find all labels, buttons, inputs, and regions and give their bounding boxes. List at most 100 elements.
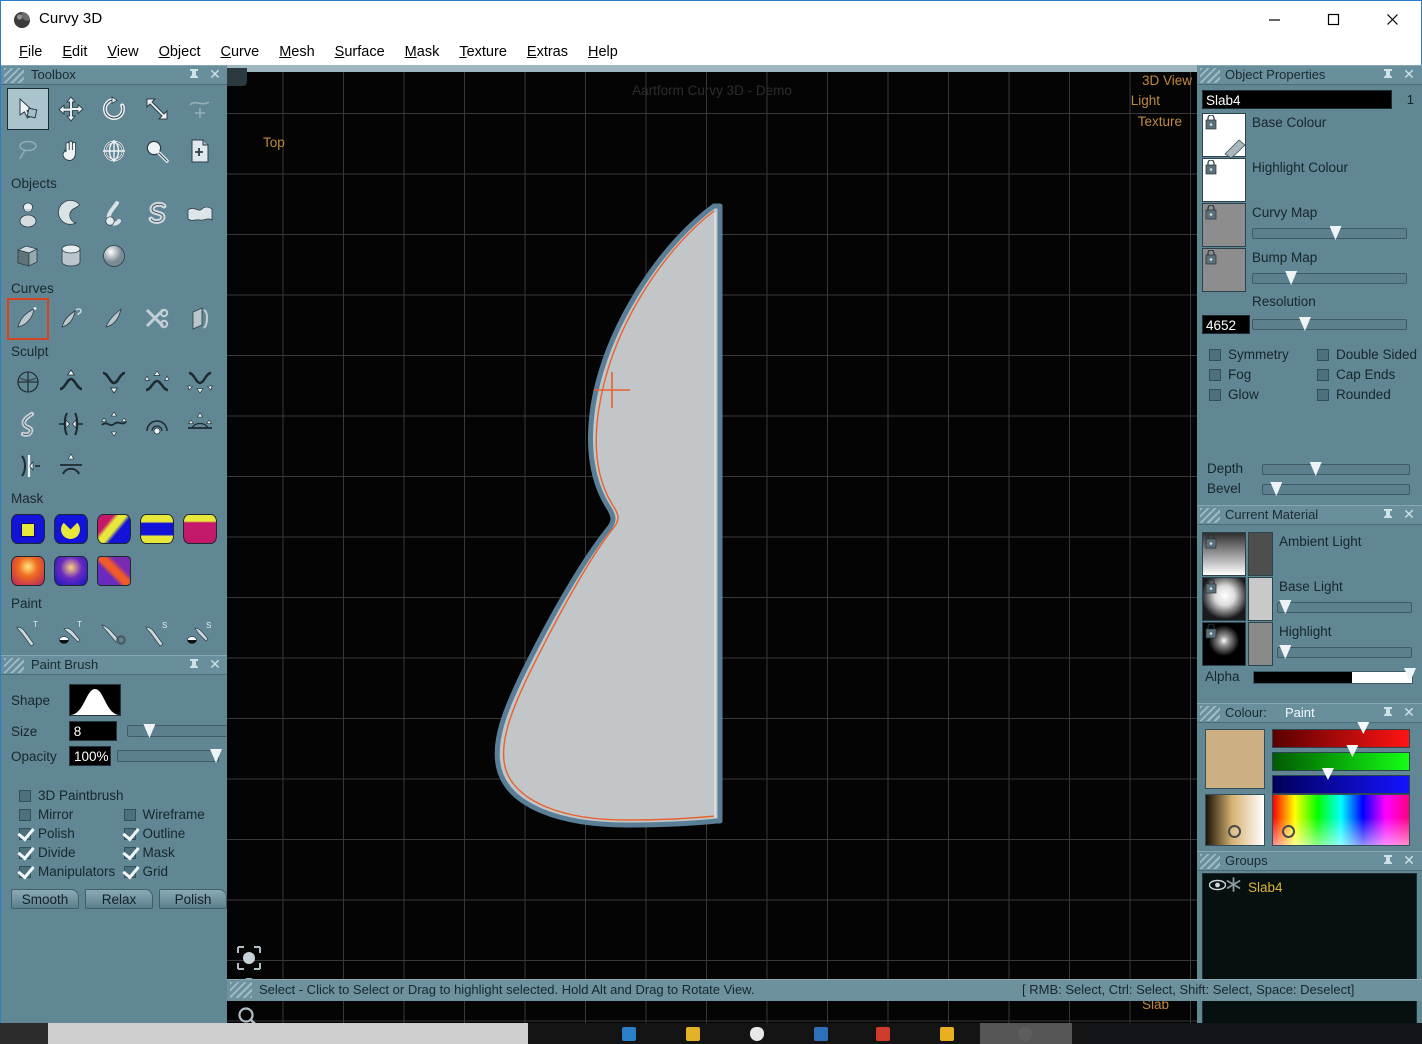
pin-icon[interactable]	[1380, 67, 1396, 83]
taskbar-app-3-icon[interactable]	[750, 1027, 764, 1041]
option-polish[interactable]: Polish	[19, 826, 124, 841]
checkbox-icon[interactable]	[19, 789, 31, 802]
base-light-swatch[interactable]	[1202, 577, 1246, 621]
object-name-input[interactable]: Slab4	[1202, 90, 1392, 109]
pan-tool[interactable]	[50, 130, 92, 172]
checkbox-fog[interactable]: Fog	[1209, 367, 1251, 382]
crescent-object[interactable]	[50, 193, 92, 235]
mask-circle-cut[interactable]	[50, 508, 92, 550]
green-channel-slider[interactable]	[1272, 745, 1410, 771]
slab-shape[interactable]	[227, 65, 1197, 1044]
ambient-light-swatch[interactable]	[1202, 532, 1246, 576]
paint-texture-brush[interactable]: T	[7, 613, 49, 655]
lock-icon[interactable]	[1204, 159, 1219, 176]
viewport-3d[interactable]: Top 3D View Light Texture Aartform Curvy…	[227, 65, 1197, 1044]
close-icon[interactable]: ✕	[1401, 704, 1417, 720]
checkbox-double-sided[interactable]: Double Sided	[1317, 347, 1417, 362]
spiral-object[interactable]	[136, 193, 178, 235]
blue-channel-slider[interactable]	[1272, 768, 1410, 794]
checkbox-icon[interactable]	[1209, 388, 1221, 401]
rotate-tool[interactable]	[93, 88, 135, 130]
pin-icon[interactable]	[1380, 705, 1396, 721]
menu-view[interactable]: View	[97, 41, 148, 63]
sphere-object[interactable]	[93, 235, 135, 277]
pin-icon[interactable]	[186, 67, 202, 83]
red-channel-slider[interactable]	[1272, 722, 1410, 748]
mask-cross[interactable]	[93, 550, 135, 592]
mask-radial-warm[interactable]	[7, 550, 49, 592]
checkbox-icon[interactable]	[123, 808, 136, 821]
checkbox-glow[interactable]: Glow	[1209, 387, 1259, 402]
mask-radial-cool[interactable]	[50, 550, 92, 592]
brush-size-slider[interactable]	[126, 724, 228, 738]
highlight-colour-swatch[interactable]	[1202, 158, 1246, 202]
cylinder-object[interactable]	[50, 235, 92, 277]
option-grid[interactable]: Grid	[123, 864, 229, 879]
groups-list[interactable]: Slab4	[1202, 873, 1417, 1038]
tube-object[interactable]	[93, 193, 135, 235]
checkbox-icon[interactable]	[19, 846, 31, 859]
colour-mode-label[interactable]: Paint	[1285, 705, 1315, 720]
drag-grip-icon[interactable]	[1200, 508, 1220, 523]
ambient-light-colour[interactable]	[1248, 532, 1273, 576]
menu-mask[interactable]: Mask	[395, 41, 450, 63]
taskbar-active-window[interactable]	[980, 1023, 1072, 1044]
lock-icon[interactable]	[1204, 204, 1219, 221]
relax-button[interactable]: Relax	[85, 889, 153, 909]
option-divide[interactable]: Divide	[19, 845, 124, 860]
pin-icon[interactable]	[186, 657, 202, 673]
option-outline[interactable]: Outline	[123, 826, 229, 841]
smooth-tool[interactable]	[93, 403, 135, 445]
lock-icon[interactable]	[1204, 623, 1219, 640]
menu-edit[interactable]: Edit	[52, 41, 97, 63]
minimize-button[interactable]	[1251, 1, 1297, 38]
eye-icon[interactable]	[1208, 878, 1227, 896]
move-tool[interactable]	[50, 88, 92, 130]
value-picker-ring[interactable]	[1228, 825, 1241, 838]
curvy-map-swatch[interactable]	[1202, 203, 1246, 247]
bevel-slider[interactable]	[1262, 482, 1410, 496]
drag-grip-icon[interactable]	[1200, 706, 1220, 721]
cut-curve[interactable]	[136, 298, 178, 340]
hue-picker-ring[interactable]	[1282, 825, 1295, 838]
drag-grip-icon[interactable]	[4, 68, 24, 83]
lasso-tool[interactable]	[7, 130, 49, 172]
current-colour-swatch[interactable]	[1205, 729, 1265, 789]
twist-tool[interactable]	[7, 403, 49, 445]
list-item[interactable]: Slab4	[1203, 877, 1416, 897]
drag-grip-icon[interactable]	[1200, 854, 1220, 869]
orbit-tool[interactable]	[93, 130, 135, 172]
menu-help[interactable]: Help	[578, 41, 628, 63]
new-page-tool[interactable]	[179, 130, 221, 172]
pin-icon[interactable]	[1380, 853, 1396, 869]
scale-tool[interactable]	[136, 88, 178, 130]
brush-size-input[interactable]: 8	[68, 721, 117, 741]
lock-icon[interactable]	[1204, 578, 1219, 595]
taskbar-app-2-icon[interactable]	[686, 1027, 700, 1041]
drag-grip-icon[interactable]	[1200, 68, 1220, 83]
brush-opacity-slider[interactable]	[117, 749, 222, 763]
curvy-map-slider[interactable]	[1252, 226, 1407, 240]
option-mask[interactable]: Mask	[123, 845, 229, 860]
highlight-colour[interactable]	[1248, 622, 1273, 666]
highlight-slider[interactable]	[1277, 645, 1412, 659]
hue-saturation-box[interactable]	[1272, 794, 1410, 846]
checkbox-icon[interactable]	[123, 865, 136, 878]
mask-solid[interactable]	[179, 508, 221, 550]
light-ball-icon[interactable]	[235, 944, 265, 974]
expand-tool[interactable]	[136, 361, 178, 403]
bump-map-swatch[interactable]	[1202, 248, 1246, 292]
crease-tool[interactable]	[50, 445, 92, 487]
menu-file[interactable]: File	[9, 41, 52, 63]
lock-icon[interactable]	[1204, 249, 1219, 266]
edit-curve[interactable]	[50, 298, 92, 340]
pinch-tool[interactable]	[50, 403, 92, 445]
mask-diagonal[interactable]	[93, 508, 135, 550]
lock-icon[interactable]	[1204, 114, 1219, 131]
status-grip-icon[interactable]	[230, 982, 252, 998]
resolution-input[interactable]: 4652	[1202, 315, 1250, 334]
base-light-slider[interactable]	[1277, 600, 1412, 614]
checkbox-symmetry[interactable]: Symmetry	[1209, 347, 1289, 362]
close-icon[interactable]: ✕	[1401, 506, 1417, 522]
close-button[interactable]	[1369, 1, 1415, 38]
